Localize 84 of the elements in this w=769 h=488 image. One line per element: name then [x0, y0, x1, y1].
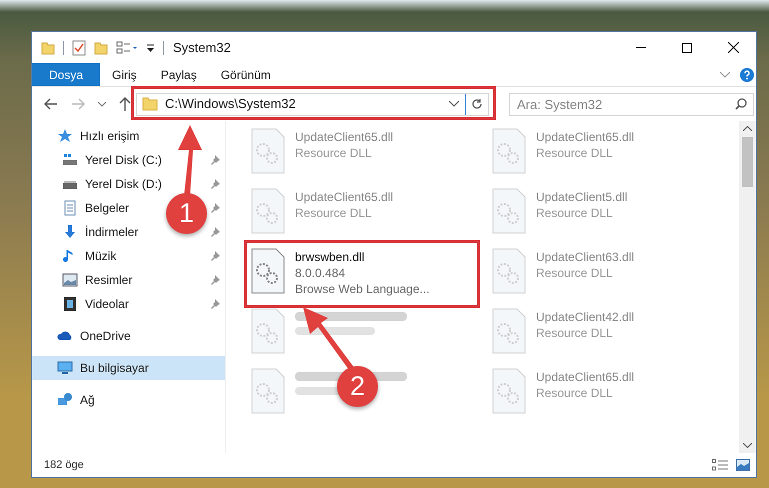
- properties-icon[interactable]: [72, 40, 86, 56]
- nav-item[interactable]: OneDrive: [32, 324, 225, 348]
- ribbon-tab[interactable]: Paylaş: [148, 63, 209, 86]
- file-detail: Resource DLL: [536, 325, 614, 341]
- download-arrow-icon: [62, 224, 78, 240]
- close-icon: [728, 42, 738, 53]
- dll-file-icon: [492, 188, 526, 234]
- document-icon: [62, 200, 78, 216]
- pin-icon[interactable]: [210, 155, 220, 165]
- nav-item[interactable]: Yerel Disk (D:): [62, 172, 166, 196]
- file-detail: Resource DLL: [536, 145, 614, 161]
- pin-icon[interactable]: [210, 299, 220, 309]
- window-title: System32: [173, 38, 231, 57]
- scroll-up-icon[interactable]: [743, 126, 752, 131]
- search-field[interactable]: Ara: System32: [509, 92, 754, 116]
- address-path: C:\Windows\System32: [165, 95, 296, 114]
- file-detail: Resource DLL: [536, 265, 614, 281]
- large-icons-view-icon[interactable]: [736, 459, 750, 471]
- dll-file-icon: [251, 128, 285, 174]
- pin-icon[interactable]: [210, 227, 220, 237]
- customize-toolbar-icon[interactable]: [146, 42, 155, 52]
- file-name: UpdateClient65.dll: [295, 129, 394, 145]
- ribbon-tab[interactable]: Görünüm: [208, 63, 283, 86]
- scrollbar[interactable]: [739, 121, 756, 453]
- ribbon-tab[interactable]: Dosya: [32, 63, 100, 86]
- back-arrow-icon[interactable]: [44, 98, 58, 110]
- nav-item[interactable]: Videolar: [62, 292, 133, 316]
- pin-icon[interactable]: [210, 275, 220, 285]
- file-name: UpdateClient5.dll: [536, 189, 628, 205]
- expand-ribbon-icon[interactable]: [720, 72, 730, 78]
- picture-icon: [62, 272, 78, 288]
- scrollbar-thumb[interactable]: [742, 137, 753, 187]
- drive-icon: [62, 152, 78, 168]
- nav-item[interactable]: Müzik: [62, 244, 120, 268]
- nav-item[interactable]: Resimler: [62, 268, 136, 292]
- dropdown-caret-icon[interactable]: [449, 101, 459, 107]
- file-detail: 8.0.0.484: [295, 265, 346, 281]
- dll-file-icon: [492, 368, 526, 414]
- dll-file-icon: [251, 248, 285, 294]
- folder-icon: [142, 97, 158, 111]
- file-name: UpdateClient65.dll: [536, 369, 634, 385]
- nav-item[interactable]: Ağ: [32, 388, 225, 412]
- pin-icon[interactable]: [210, 179, 220, 189]
- refresh-icon[interactable]: [471, 98, 483, 110]
- dll-file-icon: [492, 248, 526, 294]
- film-icon: [62, 296, 78, 312]
- folder-icon[interactable]: [41, 40, 55, 54]
- forward-arrow-icon[interactable]: [71, 98, 85, 110]
- file-detail: Resource DLL: [295, 145, 373, 161]
- view-options-icon[interactable]: [116, 40, 138, 54]
- star-icon: [57, 128, 73, 144]
- ribbon-tab[interactable]: Giriş: [100, 63, 149, 86]
- network-icon: [57, 392, 73, 408]
- annotation-arrow: [178, 125, 202, 196]
- nav-item[interactable]: İndirmeler: [62, 220, 142, 244]
- dll-file-icon: [251, 188, 285, 234]
- nav-item[interactable]: Hızlı erişim: [32, 124, 225, 148]
- new-folder-icon[interactable]: [94, 40, 108, 54]
- up-arrow-icon[interactable]: [119, 97, 131, 111]
- item-count: 182 öge: [44, 458, 84, 473]
- file-name: UpdateClient63.dll: [536, 249, 634, 265]
- nav-item[interactable]: Bu bilgisayar: [32, 356, 225, 380]
- help-icon[interactable]: [740, 68, 754, 82]
- search-icon: [735, 98, 747, 110]
- file-detail: Resource DLL: [536, 205, 614, 221]
- nav-item[interactable]: Yerel Disk (C:): [62, 148, 166, 172]
- details-view-icon[interactable]: [712, 459, 728, 471]
- file-name: UpdateClient42.dll: [536, 309, 634, 325]
- nav-item[interactable]: Belgeler: [62, 196, 134, 220]
- file-name: UpdateClient65.dll: [295, 189, 394, 205]
- recent-locations-icon[interactable]: [98, 102, 106, 106]
- dll-file-icon: [492, 128, 526, 174]
- pin-icon[interactable]: [210, 251, 220, 261]
- computer-icon: [57, 360, 73, 376]
- pin-icon[interactable]: [210, 203, 220, 213]
- file-detail: Browse Web Language...: [295, 281, 430, 297]
- scroll-down-icon[interactable]: [743, 443, 752, 448]
- file-name: brwswben.dll: [295, 249, 366, 265]
- file-name: UpdateClient65.dll: [536, 129, 634, 145]
- dll-file-icon: [492, 308, 526, 354]
- address-bar[interactable]: C:\Windows\System32: [136, 92, 489, 116]
- file-detail: Resource DLL: [295, 205, 373, 221]
- file-detail: Resource DLL: [536, 385, 614, 401]
- file-item[interactable]: brwswben.dll 8.0.0.484 Browse Web Language...: [251, 248, 434, 298]
